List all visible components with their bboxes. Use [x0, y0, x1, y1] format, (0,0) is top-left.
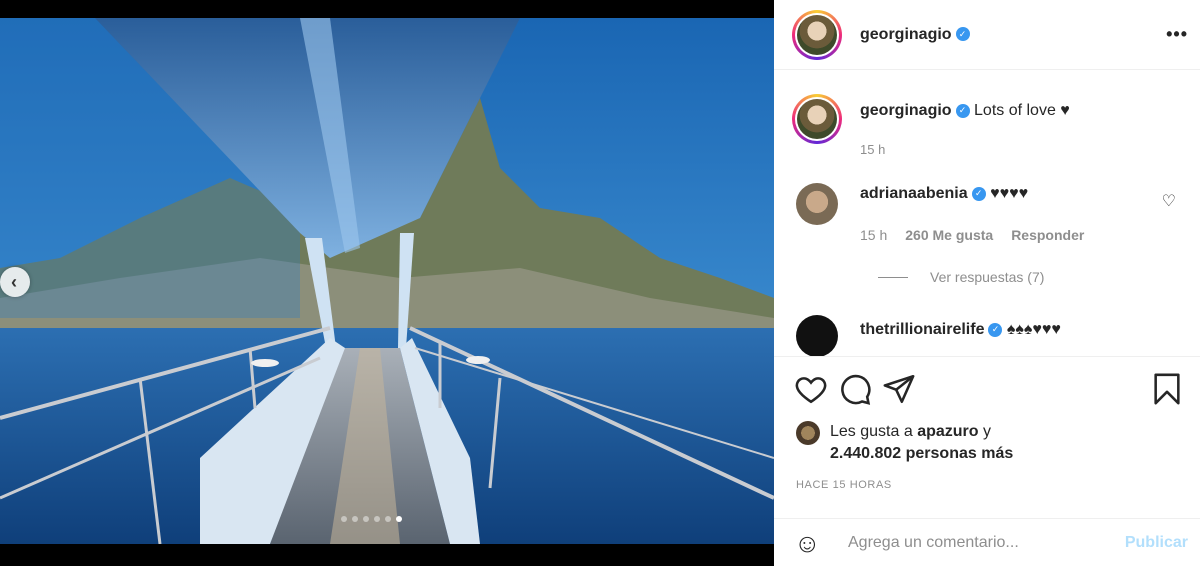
post-date[interactable]: HACE 15 HORAS: [774, 465, 1200, 491]
comment-text: ♥♥♥♥: [990, 185, 1029, 202]
view-replies-button[interactable]: Ver respuestas (7): [878, 269, 1182, 285]
verified-badge-icon: ✓: [955, 103, 970, 118]
caption-username[interactable]: georginagio: [860, 102, 952, 119]
publish-button[interactable]: Publicar: [1125, 534, 1188, 552]
likes-prefix: Les gusta a: [830, 423, 913, 440]
post-actions-section: Les gusta a apazuro y 2.440.802 personas…: [774, 356, 1200, 491]
author-username[interactable]: georginagio ✓: [860, 26, 970, 44]
likes-summary: Les gusta a apazuro y 2.440.802 personas…: [774, 421, 1200, 465]
commenter-username[interactable]: thetrillionairelife: [860, 321, 984, 338]
author-username-text: georginagio: [860, 25, 952, 43]
caption-avatar-image: [797, 99, 837, 139]
comment-text: ♠♠♠♥♥♥: [1006, 321, 1061, 338]
comment-icon[interactable]: [838, 372, 872, 406]
post-media: ‹: [0, 0, 774, 566]
comments-list[interactable]: georginagio ✓ Lots of love ♥ 15 h adriana…: [774, 70, 1200, 356]
chevron-left-icon: ‹: [11, 272, 17, 292]
bookmark-icon[interactable]: [1150, 372, 1184, 406]
liker-avatar[interactable]: [796, 421, 820, 445]
comment-time[interactable]: 15 h: [860, 227, 887, 243]
action-bar: [774, 357, 1200, 421]
carousel-dot: [374, 516, 380, 522]
commenter-avatar[interactable]: [796, 315, 838, 356]
liker-username[interactable]: apazuro: [917, 423, 978, 440]
post-photo[interactable]: [0, 18, 774, 544]
commenter-avatar[interactable]: [796, 183, 838, 225]
comment-like-heart-icon[interactable]: ♡: [1162, 191, 1176, 211]
carousel-dot: [352, 516, 358, 522]
reply-button[interactable]: Responder: [1011, 227, 1084, 243]
post-caption: georginagio ✓ Lots of love ♥ 15 h: [792, 70, 1182, 157]
caption-text: Lots of love ♥: [974, 102, 1070, 119]
verified-badge-icon: ✓: [971, 186, 986, 201]
post-header: georginagio ✓ •••: [774, 0, 1200, 70]
carousel-prev-button[interactable]: ‹: [0, 267, 30, 297]
verified-badge-icon: ✓: [988, 322, 1003, 337]
comment-item: adrianaabenia ✓ ♥♥♥♥ 15 h 260 Me gusta Re…: [792, 183, 1182, 243]
replies-divider: [878, 276, 908, 278]
comment-input[interactable]: [848, 533, 1118, 552]
verified-badge-icon: ✓: [955, 27, 970, 42]
post-side-panel: georginagio ✓ ••• georginagio ✓ Lots of lo…: [774, 0, 1200, 566]
author-avatar-image: [797, 14, 837, 55]
view-replies-label: Ver respuestas (7): [930, 269, 1045, 285]
commenter-username[interactable]: adrianaabenia: [860, 185, 968, 202]
comment-item: thetrillionairelife ✓ ♠♠♠♥♥♥: [792, 315, 1182, 356]
carousel-dot: [385, 516, 391, 522]
emoji-icon[interactable]: ☺: [794, 530, 826, 556]
carousel-dot: [341, 516, 347, 522]
yacht-photo-illustration: [0, 18, 774, 544]
caption-time[interactable]: 15 h: [860, 142, 1070, 157]
carousel-dot: [396, 516, 402, 522]
heart-icon[interactable]: [794, 372, 828, 406]
caption-avatar[interactable]: [792, 94, 842, 144]
carousel-indicator: [341, 516, 402, 522]
send-icon[interactable]: [882, 372, 916, 406]
carousel-dot: [363, 516, 369, 522]
author-avatar[interactable]: [792, 9, 842, 60]
comment-likes[interactable]: 260 Me gusta: [905, 227, 993, 243]
likes-count[interactable]: 2.440.802 personas más: [830, 445, 1013, 462]
add-comment-bar: ☺ Publicar: [774, 518, 1200, 566]
likes-suffix: y: [982, 423, 991, 440]
more-options-icon[interactable]: •••: [1166, 24, 1188, 45]
